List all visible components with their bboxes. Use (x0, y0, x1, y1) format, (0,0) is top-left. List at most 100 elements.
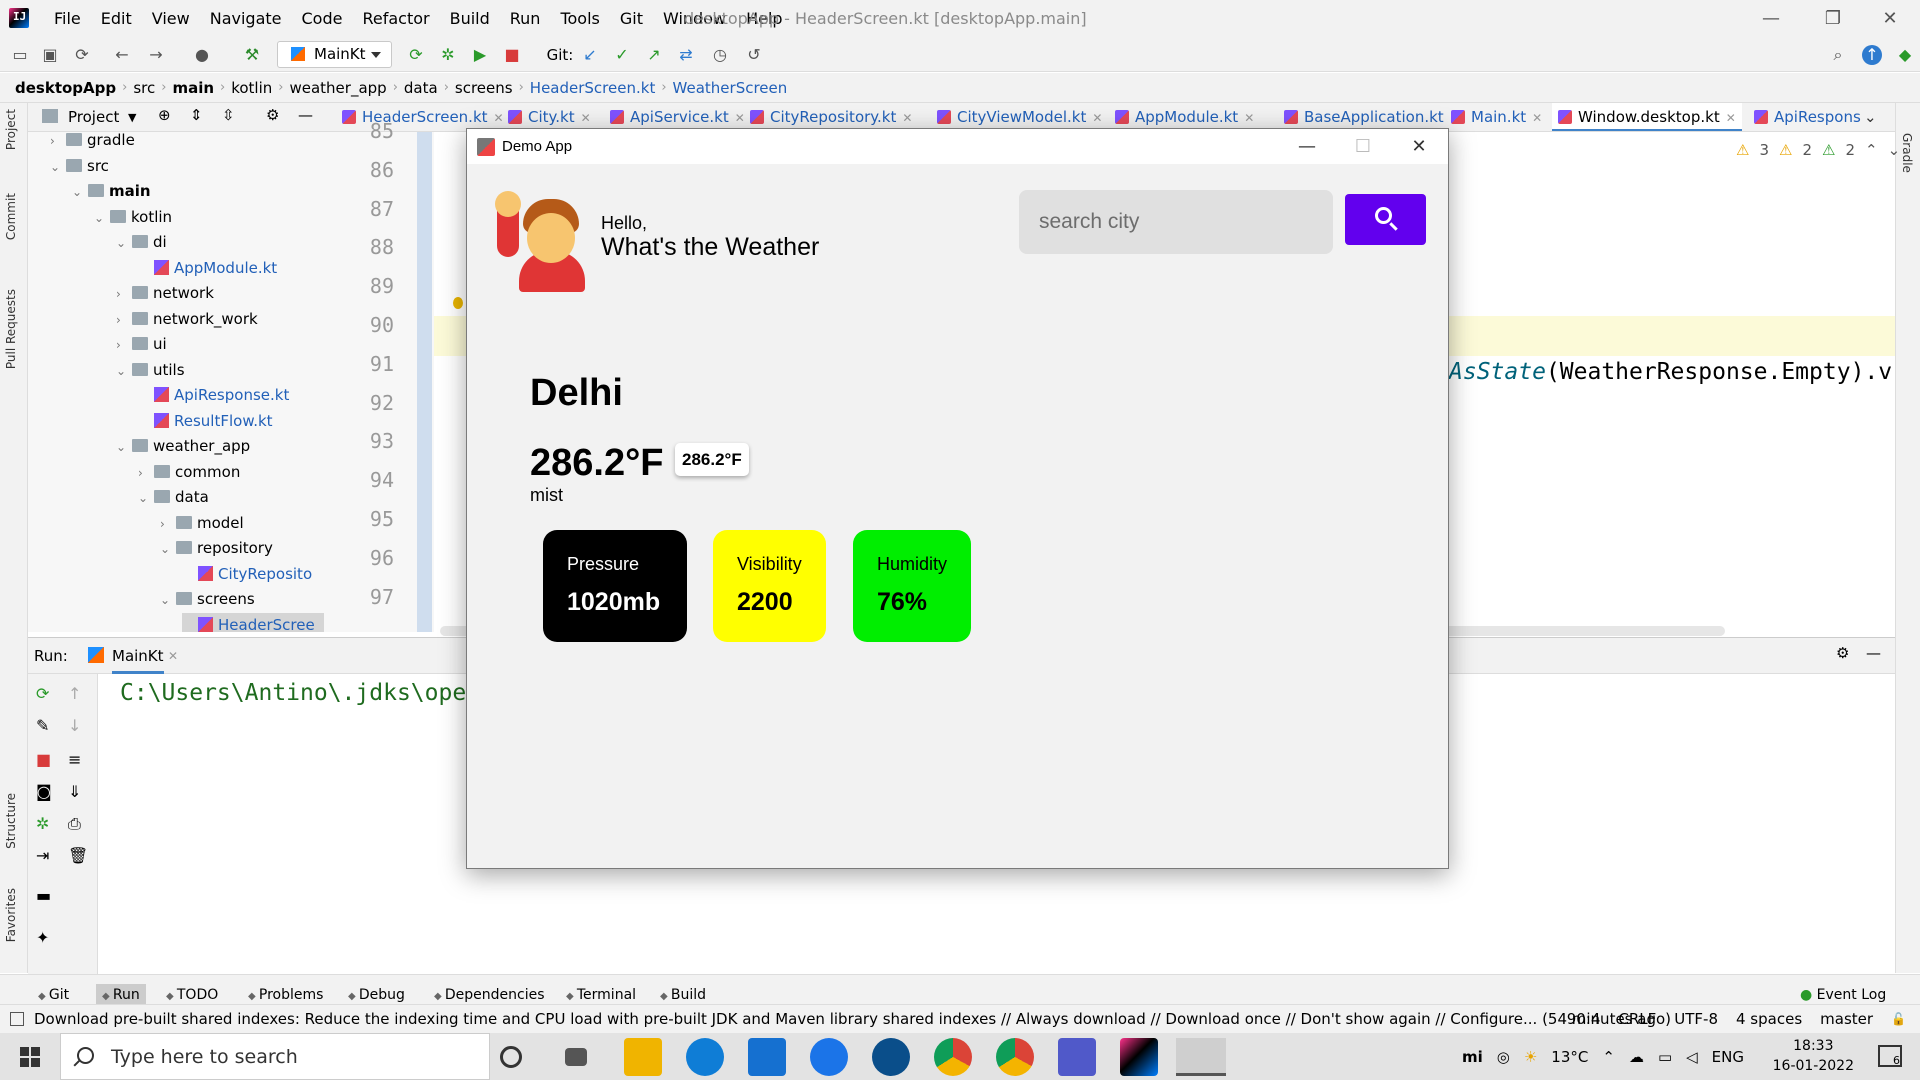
hide-panel-icon[interactable]: — (1866, 644, 1881, 662)
user-icon[interactable]: ● (192, 45, 212, 65)
task-view-icon[interactable] (565, 1048, 587, 1066)
search-everywhere-icon[interactable]: ⌕ (1828, 45, 1848, 65)
chrome-icon[interactable] (934, 1038, 972, 1076)
tree-file[interactable]: HeaderScree (182, 612, 324, 632)
lightbulb-icon[interactable] (453, 297, 463, 309)
menu-build[interactable]: Build (440, 0, 500, 37)
tree-folder[interactable]: › network (116, 281, 324, 306)
history-icon[interactable]: ◷ (710, 45, 730, 65)
tree-folder[interactable]: ⌄ repository (160, 536, 324, 561)
build-hammer-icon[interactable]: ⚒ (242, 45, 262, 65)
structure-tool-button[interactable]: Structure (4, 793, 18, 849)
volume-icon[interactable]: ◁ (1686, 1048, 1698, 1066)
chevron-down-icon[interactable]: ⌄ (1864, 103, 1877, 131)
tree-folder[interactable]: ⌄ main (72, 179, 324, 204)
tree-folder[interactable]: › gradle (50, 132, 324, 153)
pull-requests-tool-button[interactable]: Pull Requests (4, 289, 18, 369)
close-tab-icon[interactable]: ✕ (902, 111, 912, 125)
close-tab-icon[interactable]: ✕ (1532, 111, 1542, 125)
tree-folder[interactable]: ⌄ utils (116, 358, 324, 383)
close-button[interactable]: ✕ (1391, 129, 1447, 164)
menu-navigate[interactable]: Navigate (200, 0, 292, 37)
intellij-taskbar-icon[interactable] (1120, 1038, 1158, 1076)
chevron-down-icon[interactable]: ▼ (128, 103, 136, 132)
tree-folder[interactable]: › common (138, 460, 324, 485)
gradle-tool-button[interactable]: Gradle (1900, 133, 1914, 173)
wrench-icon[interactable]: ✎ (36, 716, 49, 735)
back-icon[interactable]: ← (112, 45, 132, 65)
chevron-up-icon[interactable]: ⌃ (1865, 141, 1878, 159)
favorites-tool-button[interactable]: Favorites (4, 888, 18, 942)
scroll-to-end-icon[interactable]: ⇓ (68, 782, 81, 801)
sync-tray-icon[interactable]: ◎ (1497, 1048, 1510, 1066)
tool-tab-terminal[interactable]: ◆ Terminal (566, 984, 636, 1006)
edge-icon[interactable] (686, 1038, 724, 1076)
gear-icon[interactable]: ⚙ (1836, 644, 1849, 662)
chevron-right-icon[interactable]: › (160, 512, 176, 537)
chevron-down-icon[interactable]: ⌄ (94, 206, 110, 231)
language-indicator[interactable]: ENG (1712, 1048, 1744, 1066)
close-tab-icon[interactable]: ✕ (168, 638, 178, 674)
sync-icon[interactable]: ⟳ (72, 45, 92, 65)
cloud-icon[interactable]: ☁ (1629, 1048, 1644, 1066)
chevron-down-icon[interactable]: ⌄ (138, 486, 154, 511)
tool-tab-build[interactable]: ◆ Build (660, 984, 706, 1006)
breadcrumb-item[interactable]: data (404, 73, 438, 103)
lock-icon[interactable]: 🔓 (1891, 1005, 1906, 1034)
chevron-down-icon[interactable]: ⌄ (116, 359, 132, 384)
rerun-icon[interactable]: ⟳ (406, 45, 426, 65)
locate-icon[interactable]: ⊕ (158, 106, 171, 124)
tree-folder[interactable]: › model (160, 511, 324, 536)
close-tab-icon[interactable]: ✕ (581, 111, 591, 125)
tree-folder[interactable]: ⌄ di (116, 230, 324, 255)
status-widget[interactable]: CRLF (1618, 1005, 1656, 1034)
project-tool-button[interactable]: Project (4, 109, 18, 150)
run-tab-mainkt[interactable]: MainKt (112, 638, 164, 674)
tool-tab-git[interactable]: ◆ Git (38, 984, 69, 1006)
hide-panel-icon[interactable]: — (298, 106, 313, 124)
menu-tools[interactable]: Tools (550, 0, 609, 37)
chevron-down-icon[interactable]: ⌄ (116, 435, 132, 460)
status-widget[interactable]: 90:4 (1567, 1005, 1601, 1034)
git-update-icon[interactable]: ↙ (580, 45, 600, 65)
mi-icon[interactable]: mi (1462, 1048, 1483, 1066)
tool-tab-dependencies[interactable]: ◆ Dependencies (434, 984, 545, 1006)
debug-icon[interactable]: ✲ (438, 45, 458, 65)
trash-icon[interactable]: 🗑 (68, 846, 88, 865)
run-coverage-icon[interactable]: ▶ (470, 45, 490, 65)
breadcrumb-item[interactable]: screens (455, 73, 513, 103)
tree-folder[interactable]: ⌄ data (138, 485, 324, 510)
pin-icon[interactable]: ✦ (36, 928, 49, 947)
open-folder-icon[interactable]: ▭ (10, 45, 30, 65)
status-message[interactable]: Download pre-built shared indexes: Reduc… (34, 1005, 1671, 1034)
soft-wrap-icon[interactable]: ≡ (68, 750, 81, 769)
save-all-icon[interactable]: ▣ (40, 45, 60, 65)
close-tab-icon[interactable]: ✕ (1244, 111, 1254, 125)
editor-tab[interactable]: Window.desktop.kt ✕ (1552, 103, 1742, 131)
chevron-right-icon[interactable]: › (138, 461, 154, 486)
camera-icon[interactable]: ◙ (36, 782, 52, 801)
tool-tab-problems[interactable]: ◆ Problems (248, 984, 323, 1006)
chevron-right-icon[interactable]: › (116, 308, 132, 333)
restore-button[interactable]: ❐ (1805, 0, 1861, 37)
forward-icon[interactable]: → (146, 45, 166, 65)
debug-icon[interactable]: ✲ (36, 814, 49, 833)
chevron-down-icon[interactable]: ⌄ (160, 588, 176, 613)
expand-all-icon[interactable]: ⇕ (190, 106, 203, 124)
menu-run[interactable]: Run (500, 0, 551, 37)
app-icon[interactable] (810, 1038, 848, 1076)
city-search-input[interactable] (1019, 190, 1333, 254)
tree-folder[interactable]: ⌄ screens (160, 587, 324, 612)
console-output[interactable]: C:\Users\Antino\.jdks\ope (120, 680, 466, 706)
tree-folder[interactable]: ⌄ src (50, 154, 324, 179)
breadcrumb-item[interactable]: kotlin (231, 73, 272, 103)
status-widget[interactable]: master (1820, 1005, 1873, 1034)
tree-folder[interactable]: › ui (116, 332, 324, 357)
chevron-down-icon[interactable]: ⌄ (72, 180, 88, 205)
menu-git[interactable]: Git (610, 0, 653, 37)
breadcrumb-item[interactable]: desktopApp (15, 73, 116, 103)
menu-file[interactable]: File (44, 0, 91, 37)
rollback-icon[interactable]: ↺ (744, 45, 764, 65)
tray-expand-icon[interactable]: ⌃ (1602, 1048, 1615, 1066)
breadcrumb-item[interactable]: WeatherScreen (673, 73, 788, 103)
